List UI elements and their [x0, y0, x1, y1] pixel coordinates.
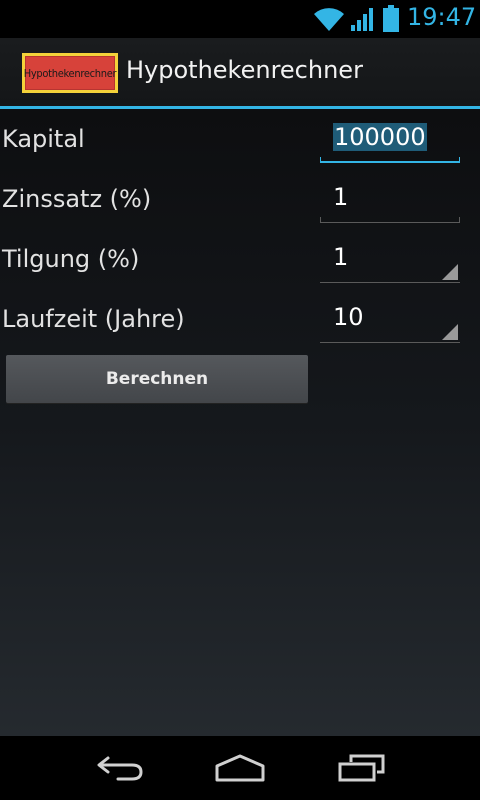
status-bar: 19:47 [0, 0, 480, 38]
laufzeit-value: 10 [333, 303, 364, 331]
laufzeit-label: Laufzeit (Jahre) [2, 305, 185, 333]
laufzeit-spinner[interactable]: 10 [320, 299, 460, 343]
recent-apps-icon[interactable] [337, 754, 385, 782]
kapital-input[interactable]: 100000 [320, 119, 460, 163]
kapital-value: 100000 [333, 123, 427, 151]
app-title: Hypothekenrechner [126, 56, 363, 84]
battery-icon [383, 5, 399, 32]
action-bar: Hypothekenrechner Hypothekenrechner [0, 38, 480, 106]
zinssatz-value: 1 [333, 183, 349, 211]
tilgung-spinner[interactable]: 1 [320, 239, 460, 283]
zinssatz-input[interactable]: 1 [320, 179, 460, 223]
zinssatz-label: Zinssatz (%) [2, 185, 152, 213]
navigation-bar [0, 736, 480, 800]
berechnen-button[interactable]: Berechnen [6, 355, 308, 403]
tilgung-value: 1 [333, 243, 349, 271]
laufzeit-underline [320, 342, 460, 343]
clock: 19:47 [407, 3, 477, 31]
dropdown-arrow-icon [442, 264, 458, 280]
kapital-underline [320, 161, 460, 163]
content-area: Kapital 100000 Zinssatz (%) 1 Tilgung (%… [0, 109, 480, 736]
dropdown-arrow-icon [442, 324, 458, 340]
tilgung-label: Tilgung (%) [2, 245, 140, 273]
wifi-icon [314, 8, 344, 32]
tilgung-underline [320, 282, 460, 283]
kapital-label: Kapital [2, 125, 85, 153]
home-icon[interactable] [214, 754, 266, 782]
app-logo[interactable]: Hypothekenrechner [22, 53, 118, 93]
zinssatz-underline [320, 222, 460, 223]
back-icon[interactable] [96, 754, 144, 782]
app-logo-text: Hypothekenrechner [23, 66, 117, 80]
signal-icon [351, 8, 373, 31]
